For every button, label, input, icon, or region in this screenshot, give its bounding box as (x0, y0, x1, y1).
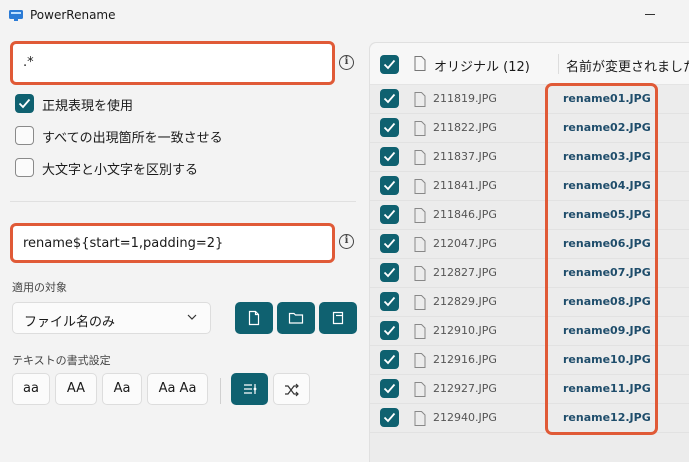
checkmark-icon (383, 209, 396, 220)
row-checkbox[interactable] (380, 118, 399, 137)
original-filename: 211819.JPG (433, 92, 497, 105)
checkmark-icon (383, 325, 396, 336)
select-all-checkbox[interactable] (380, 55, 399, 74)
original-filename: 211837.JPG (433, 150, 497, 163)
checkmark-icon (383, 296, 396, 307)
checkmark-icon (383, 59, 396, 70)
folder-icon (288, 312, 304, 324)
use-regex-label: 正規表現を使用 (42, 99, 134, 114)
file-icon (414, 324, 426, 339)
column-separator (558, 54, 559, 74)
search-info-icon[interactable]: i (339, 55, 354, 70)
renamed-column-header[interactable]: 名前が変更されました (566, 56, 689, 75)
divider (10, 201, 356, 202)
file-icon (414, 56, 426, 71)
original-filename: 212927.JPG (433, 382, 497, 395)
titlecase-button[interactable]: Aa (102, 373, 142, 405)
row-checkbox[interactable] (380, 379, 399, 398)
file-icon (414, 92, 426, 107)
file-icon (414, 266, 426, 281)
original-filename: 211841.JPG (433, 179, 497, 192)
renamed-column-highlight (545, 83, 658, 435)
include-subfolders-button[interactable] (319, 302, 357, 334)
checkmark-icon (383, 238, 396, 249)
randomize-button[interactable] (273, 373, 310, 405)
file-icon (414, 150, 426, 165)
file-icon (248, 310, 260, 326)
row-checkbox[interactable] (380, 89, 399, 108)
divider (220, 378, 221, 404)
checkmark-icon (383, 354, 396, 365)
row-checkbox[interactable] (380, 292, 399, 311)
lowercase-button[interactable]: aa (12, 373, 50, 405)
original-filename: 211822.JPG (433, 121, 497, 134)
minimize-button[interactable] (645, 14, 655, 15)
file-icon (414, 237, 426, 252)
original-filename: 212827.JPG (433, 266, 497, 279)
match-all-occurrences-label: すべての出現箇所を一致させる (42, 131, 223, 146)
include-files-button[interactable] (235, 302, 273, 334)
original-filename: 212916.JPG (433, 353, 497, 366)
file-icon (414, 179, 426, 194)
uppercase-button[interactable]: AA (55, 373, 97, 405)
apply-to-dropdown[interactable]: ファイル名のみ (12, 302, 211, 334)
replace-input-value: rename${start=1,padding=2} (23, 236, 224, 251)
row-checkbox[interactable] (380, 147, 399, 166)
chevron-down-icon (187, 314, 197, 320)
row-checkbox[interactable] (380, 263, 399, 282)
row-checkbox[interactable] (380, 205, 399, 224)
checkmark-icon (383, 267, 396, 278)
text-format-label: テキストの書式設定 (12, 354, 111, 367)
checkmark-icon (383, 93, 396, 104)
capitalize-words-button[interactable]: Aa Aa (147, 373, 208, 405)
original-column-header[interactable]: オリジナル (12) (434, 56, 530, 75)
enumerate-button[interactable] (231, 373, 268, 405)
use-regex-checkbox[interactable] (15, 94, 34, 113)
row-checkbox[interactable] (380, 176, 399, 195)
checkmark-icon (383, 151, 396, 162)
shuffle-icon (285, 383, 299, 397)
search-input-value: .* (23, 55, 34, 70)
enumerate-icon (244, 384, 257, 394)
file-icon (414, 411, 426, 426)
title-bar: PowerRename (0, 0, 689, 32)
include-folders-button[interactable] (277, 302, 315, 334)
file-list-header: オリジナル (12) 名前が変更されました (370, 43, 689, 85)
original-filename: 211846.JPG (433, 208, 497, 221)
subfolder-icon (332, 311, 344, 325)
search-input[interactable]: .* (10, 41, 335, 85)
replace-input[interactable]: rename${start=1,padding=2} (10, 223, 335, 263)
checkmark-icon (383, 412, 396, 423)
apply-to-label: 適用の対象 (12, 281, 67, 294)
checkmark-icon (18, 98, 31, 109)
checkmark-icon (383, 180, 396, 191)
row-checkbox[interactable] (380, 234, 399, 253)
powerrename-app-icon (9, 10, 23, 21)
apply-to-selected: ファイル名のみ (24, 315, 116, 330)
row-checkbox[interactable] (380, 350, 399, 369)
case-sensitive-checkbox[interactable] (15, 158, 34, 177)
original-filename: 212829.JPG (433, 295, 497, 308)
original-filename: 212940.JPG (433, 411, 497, 424)
powerrename-window: PowerRename .* i 正規表現を使用 すべての出現箇所を一致させる … (0, 0, 689, 462)
file-icon (414, 121, 426, 136)
window-title: PowerRename (30, 8, 116, 22)
original-filename: 212047.JPG (433, 237, 497, 250)
row-checkbox[interactable] (380, 321, 399, 340)
case-sensitive-label: 大文字と小文字を区別する (42, 163, 199, 178)
checkmark-icon (383, 122, 396, 133)
file-icon (414, 353, 426, 368)
file-icon (414, 382, 426, 397)
file-icon (414, 208, 426, 223)
checkmark-icon (383, 383, 396, 394)
match-all-occurrences-checkbox[interactable] (15, 126, 34, 145)
row-checkbox[interactable] (380, 408, 399, 427)
file-icon (414, 295, 426, 310)
replace-info-icon[interactable]: i (339, 234, 354, 249)
original-filename: 212910.JPG (433, 324, 497, 337)
